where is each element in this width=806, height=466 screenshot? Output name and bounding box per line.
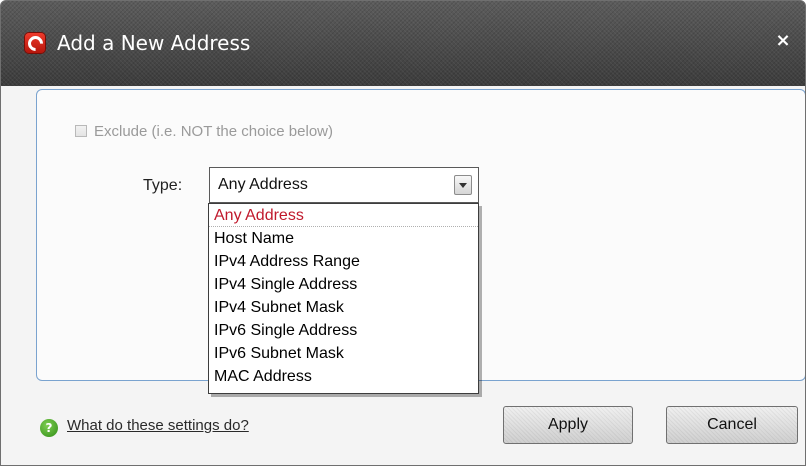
apply-button[interactable]: Apply [503, 406, 633, 444]
option-ipv4-subnet-mask[interactable]: IPv4 Subnet Mask [209, 296, 478, 319]
help-link[interactable]: What do these settings do? [67, 417, 249, 434]
add-address-dialog: Add a New Address × Exclude (i.e. NOT th… [0, 0, 806, 466]
option-any-address[interactable]: Any Address [209, 204, 478, 227]
help-icon[interactable]: ? [40, 419, 58, 437]
option-ipv4-single-address[interactable]: IPv4 Single Address [209, 273, 478, 296]
option-host-name[interactable]: Host Name [209, 227, 478, 250]
type-label: Type: [143, 177, 183, 194]
close-button[interactable]: × [773, 31, 793, 51]
exclude-label: Exclude (i.e. NOT the choice below) [94, 122, 333, 140]
exclude-option: Exclude (i.e. NOT the choice below) [75, 122, 333, 140]
option-mac-address[interactable]: MAC Address [209, 365, 478, 388]
type-dropdown-list: Any Address Host Name IPv4 Address Range… [208, 203, 479, 394]
chevron-down-icon[interactable] [454, 175, 472, 195]
comodo-logo-icon [24, 32, 46, 54]
option-ipv4-address-range[interactable]: IPv4 Address Range [209, 250, 478, 273]
type-select[interactable]: Any Address [209, 167, 479, 203]
type-select-value: Any Address [218, 176, 308, 193]
cancel-button[interactable]: Cancel [666, 406, 798, 444]
option-ipv6-subnet-mask[interactable]: IPv6 Subnet Mask [209, 342, 478, 365]
title-bar[interactable]: Add a New Address × [1, 1, 805, 86]
option-ipv6-single-address[interactable]: IPv6 Single Address [209, 319, 478, 342]
dialog-title: Add a New Address [57, 31, 251, 55]
exclude-checkbox [75, 125, 87, 137]
